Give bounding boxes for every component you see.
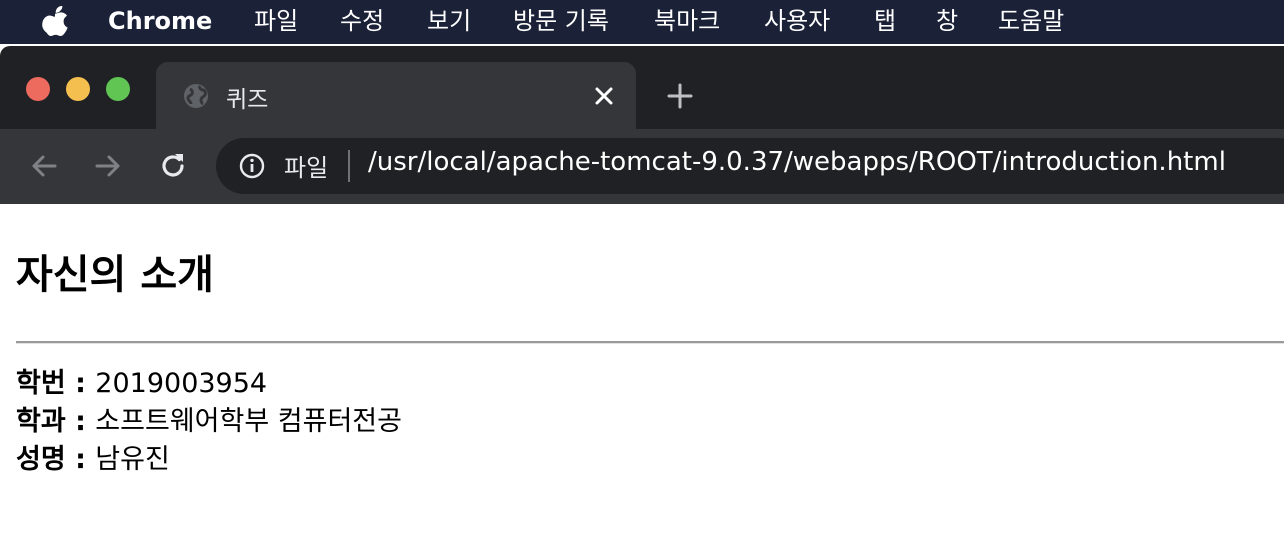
menu-file[interactable]: 파일 [254, 0, 298, 44]
menu-help[interactable]: 도움말 [998, 0, 1064, 44]
tab-title: 퀴즈 [226, 87, 269, 113]
page-title: 자신의 소개 [16, 252, 214, 298]
menu-view[interactable]: 보기 [427, 0, 471, 44]
window-close-button[interactable] [26, 77, 50, 101]
name-label: 성명 [16, 444, 66, 475]
department-label: 학과 [16, 406, 66, 437]
department-value: 소프트웨어학부 컴퓨터전공 [95, 406, 402, 437]
forward-arrow-icon[interactable] [90, 148, 126, 184]
student-id-value: 2019003954 [95, 368, 268, 399]
menu-tab[interactable]: 탭 [874, 0, 896, 44]
student-id-label: 학번 [16, 368, 66, 399]
horizontal-rule [16, 341, 1284, 344]
url-text[interactable]: /usr/local/apache-tomcat-9.0.37/webapps/… [368, 147, 1226, 177]
new-tab-plus-icon[interactable] [664, 80, 696, 112]
window-zoom-button[interactable] [106, 77, 130, 101]
name-value: 남유진 [95, 444, 170, 475]
menu-bookmarks[interactable]: 북마크 [654, 0, 720, 44]
menu-history[interactable]: 방문 기록 [513, 0, 609, 44]
macos-menu-bar: Chrome 파일 수정 보기 방문 기록 북마크 사용자 탭 창 도움말 [0, 0, 1284, 44]
department-separator: : [65, 406, 96, 437]
name-separator: : [65, 444, 96, 475]
back-arrow-icon[interactable] [26, 148, 62, 184]
student-id-line: 학번 : 2019003954 [16, 361, 267, 400]
name-line: 성명 : 남유진 [16, 437, 170, 476]
department-line: 학과 : 소프트웨어학부 컴퓨터전공 [16, 399, 402, 438]
menu-edit[interactable]: 수정 [340, 0, 384, 44]
student-id-separator: : [65, 368, 96, 399]
apple-logo-icon[interactable] [40, 6, 70, 38]
menu-window[interactable]: 창 [936, 0, 958, 44]
reload-icon[interactable] [155, 148, 191, 184]
close-icon[interactable] [590, 82, 618, 110]
url-scheme-label: 파일 [284, 154, 329, 182]
menu-app-chrome[interactable]: Chrome [108, 0, 212, 44]
globe-icon [184, 84, 208, 108]
window-minimize-button[interactable] [66, 77, 90, 101]
info-icon[interactable] [238, 152, 266, 180]
menu-profiles[interactable]: 사용자 [764, 0, 830, 44]
address-separator [348, 150, 350, 182]
